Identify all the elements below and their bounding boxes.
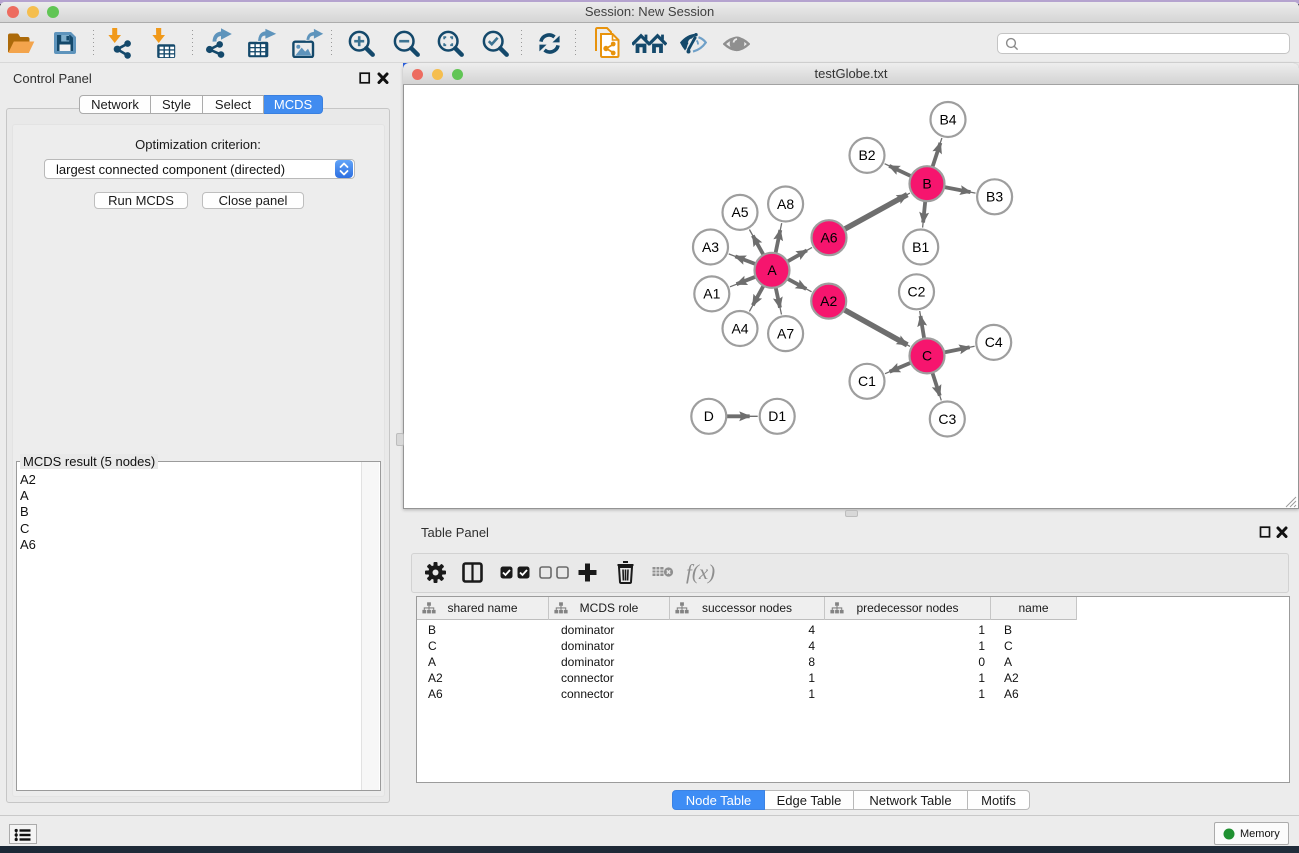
svg-text:A8: A8 [777, 196, 794, 212]
svg-text:D1: D1 [768, 408, 786, 424]
svg-text:B2: B2 [858, 147, 875, 163]
svg-text:C4: C4 [985, 334, 1003, 350]
svg-text:C1: C1 [858, 373, 876, 389]
svg-text:A6: A6 [820, 230, 837, 246]
svg-text:A2: A2 [820, 293, 837, 309]
svg-text:A4: A4 [731, 320, 748, 336]
svg-text:A5: A5 [731, 204, 748, 220]
svg-text:C: C [922, 348, 932, 364]
svg-text:B4: B4 [939, 111, 956, 127]
svg-text:A1: A1 [703, 286, 720, 302]
svg-text:B3: B3 [986, 189, 1003, 205]
svg-text:C2: C2 [908, 284, 926, 300]
svg-text:A: A [767, 262, 777, 278]
svg-text:C3: C3 [938, 411, 956, 427]
svg-text:B1: B1 [912, 239, 929, 255]
svg-text:A7: A7 [777, 325, 794, 341]
svg-text:A3: A3 [702, 239, 719, 255]
svg-text:D: D [704, 408, 714, 424]
svg-text:B: B [922, 176, 931, 192]
